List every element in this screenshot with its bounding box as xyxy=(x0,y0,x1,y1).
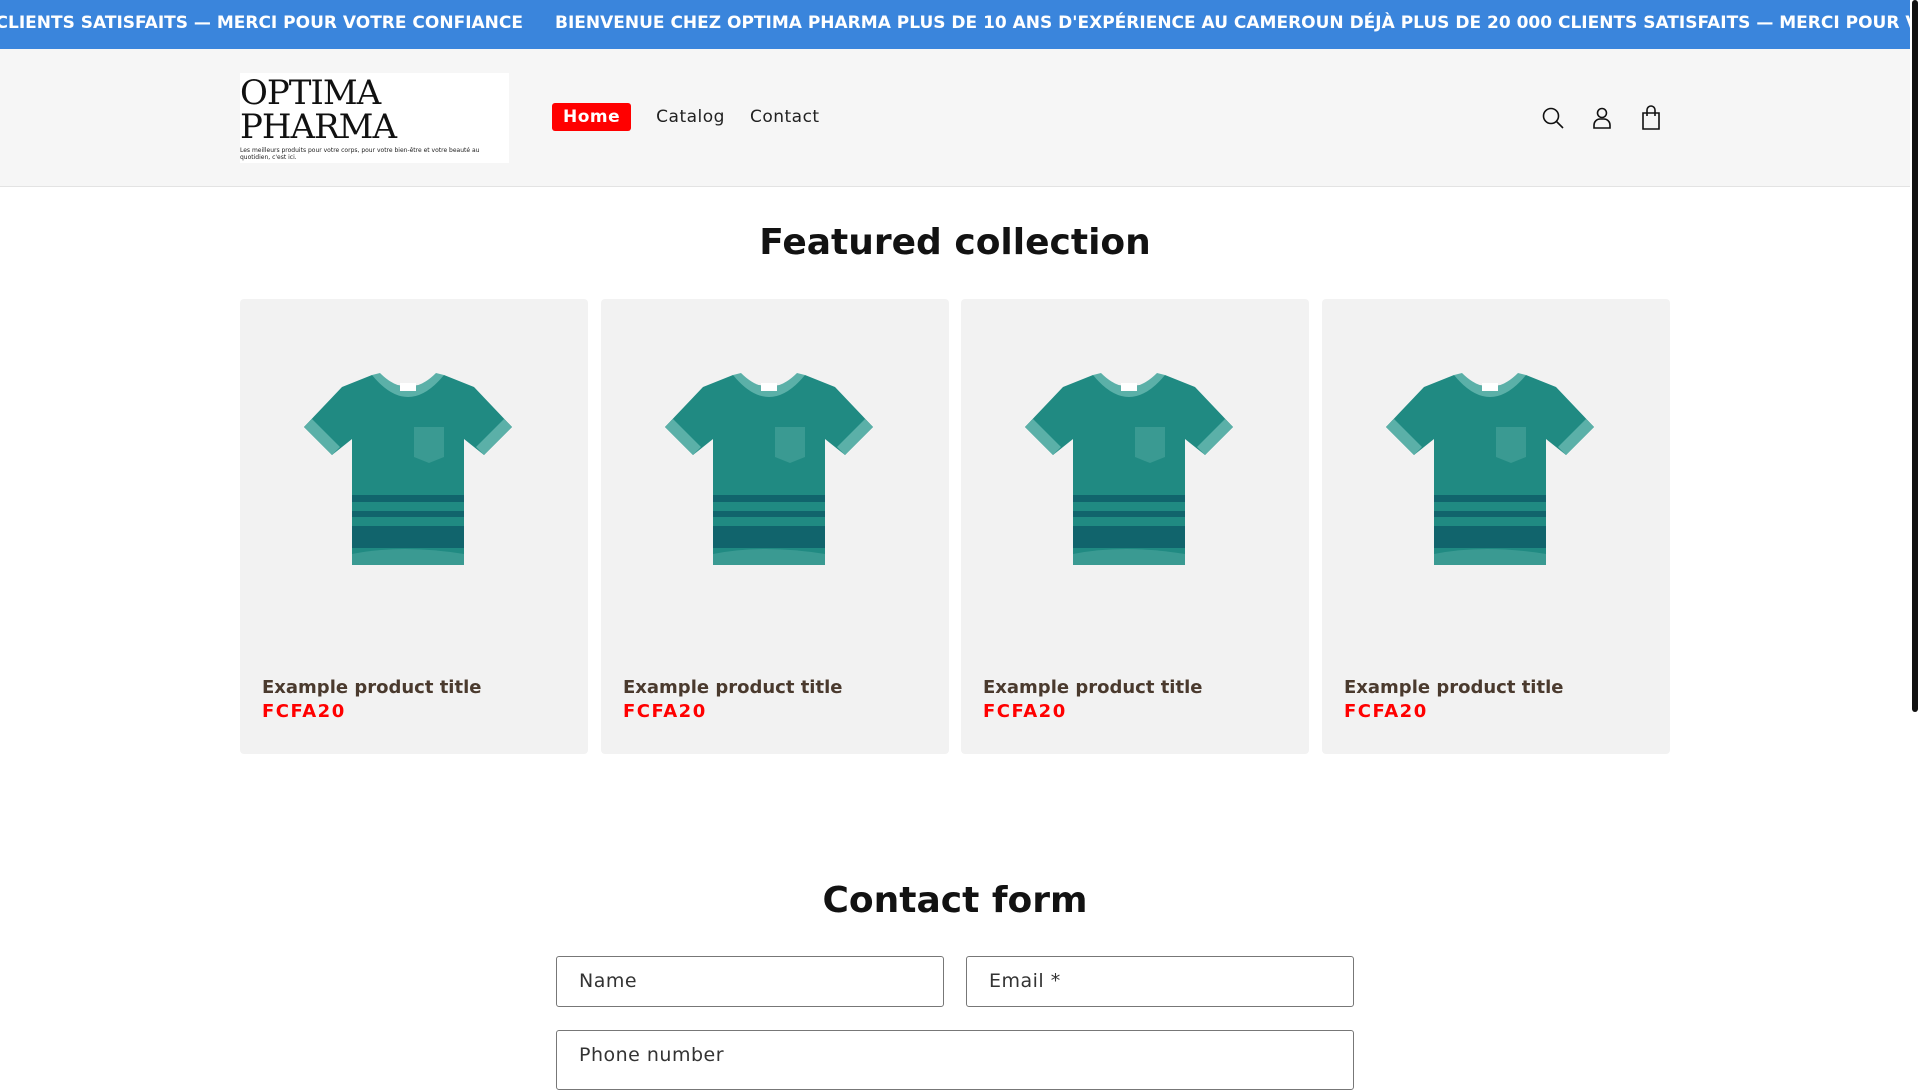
announcement-text: BIENVENUE CHEZ OPTIMA PHARMA PLUS DE 10 … xyxy=(555,13,1910,33)
featured-collection-title: Featured collection xyxy=(759,222,1151,263)
logo[interactable]: OPTIMA PHARMA Les meilleurs produits pou… xyxy=(240,73,509,163)
tshirt-image-icon xyxy=(1386,373,1594,565)
search-icon[interactable] xyxy=(1540,105,1566,131)
announcement-bar: BIENVENUE CHEZ OPTIMA PHARMA PLUS DE 10 … xyxy=(0,0,1910,49)
scrollbar-thumb[interactable] xyxy=(1912,0,1918,712)
product-price: FCFA20 xyxy=(983,701,1067,722)
phone-input[interactable]: Phone number xyxy=(556,1030,1354,1090)
contact-form-title: Contact form xyxy=(822,880,1088,921)
product-card[interactable]: Example product title FCFA20 xyxy=(601,299,949,754)
product-title[interactable]: Example product title xyxy=(623,677,842,698)
tshirt-image-icon xyxy=(304,373,512,565)
email-input[interactable]: Email * xyxy=(966,956,1354,1007)
product-title[interactable]: Example product title xyxy=(1344,677,1563,698)
product-price: FCFA20 xyxy=(1344,701,1428,722)
tshirt-image-icon xyxy=(665,373,873,565)
product-card[interactable]: Example product title FCFA20 xyxy=(1322,299,1670,754)
product-price: FCFA20 xyxy=(623,701,707,722)
cart-icon[interactable] xyxy=(1638,105,1664,131)
announcement-text: BIENVENUE CHEZ OPTIMA PHARMA PLUS DE 10 … xyxy=(0,13,523,33)
nav-catalog[interactable]: Catalog xyxy=(656,107,725,127)
nav-contact[interactable]: Contact xyxy=(750,107,820,127)
product-card[interactable]: Example product title FCFA20 xyxy=(240,299,588,754)
product-price: FCFA20 xyxy=(262,701,346,722)
scrollbar[interactable] xyxy=(1910,0,1920,1080)
product-title[interactable]: Example product title xyxy=(262,677,481,698)
product-title[interactable]: Example product title xyxy=(983,677,1202,698)
product-card[interactable]: Example product title FCFA20 xyxy=(961,299,1309,754)
account-icon[interactable] xyxy=(1589,105,1615,131)
logo-tagline: Les meilleurs produits pour votre corps,… xyxy=(240,146,480,161)
tshirt-image-icon xyxy=(1025,373,1233,565)
nav-home[interactable]: Home xyxy=(552,103,632,131)
main-nav: Home Catalog Contact xyxy=(552,103,845,131)
site-header: OPTIMA PHARMA Les meilleurs produits pou… xyxy=(0,49,1910,187)
logo-title: OPTIMA PHARMA xyxy=(240,72,397,147)
name-input[interactable]: Name xyxy=(556,956,944,1007)
